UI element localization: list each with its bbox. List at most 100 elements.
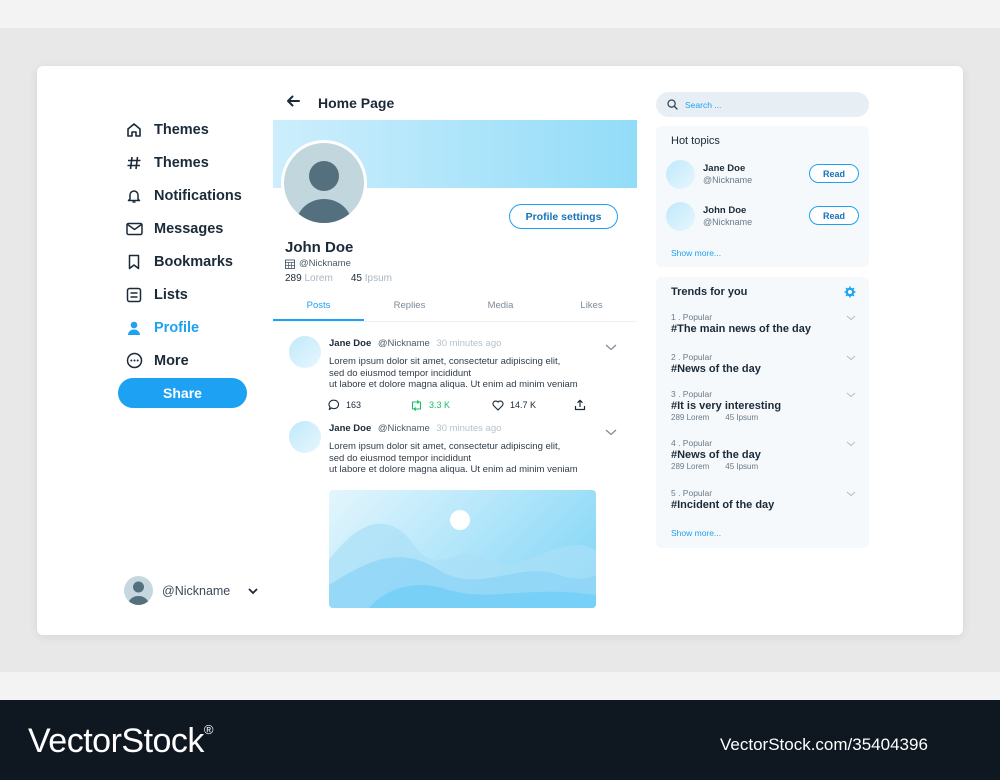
list-icon xyxy=(125,286,143,304)
chevron-down-icon[interactable] xyxy=(846,434,856,452)
search-input[interactable] xyxy=(685,99,845,110)
sidebar-item-bookmarks[interactable]: Bookmarks xyxy=(125,245,265,278)
like-button[interactable]: 14.7 K xyxy=(492,400,574,411)
page-title: Home Page xyxy=(318,95,395,111)
gear-icon[interactable] xyxy=(844,286,856,298)
watermark-logo-text: VectorStock xyxy=(28,722,204,760)
sidebar-item-label: Profile xyxy=(154,319,200,336)
post-image[interactable] xyxy=(329,490,596,608)
trend-tag: #News of the day xyxy=(671,449,761,461)
avatar[interactable] xyxy=(666,160,695,189)
tab-likes[interactable]: Likes xyxy=(546,296,637,321)
chevron-down-icon[interactable] xyxy=(248,582,258,600)
hot-topics-show-more[interactable]: Show more... xyxy=(671,248,721,258)
post-line: Lorem ipsum dolor sit amet, consectetur … xyxy=(329,356,561,367)
trend-item[interactable]: 5 . Popular #Incident of the day xyxy=(671,488,861,511)
top-band xyxy=(0,0,1000,28)
stat-unit: Lorem xyxy=(304,273,333,284)
hot-topic-item[interactable]: John Doe @Nickname Read xyxy=(666,202,859,234)
share-button[interactable]: Share xyxy=(118,378,247,408)
chevron-down-icon[interactable] xyxy=(846,385,856,403)
chevron-down-icon[interactable] xyxy=(846,348,856,366)
profile-settings-button[interactable]: Profile settings xyxy=(509,204,618,229)
trend-item[interactable]: 4 . Popular #News of the day 289 Lorem 4… xyxy=(671,438,861,471)
read-button[interactable]: Read xyxy=(809,206,859,225)
sidebar-item-themes-hashtag[interactable]: Themes xyxy=(125,146,265,179)
retweet-icon xyxy=(410,399,423,411)
stat-ipsum[interactable]: 45 Ipsum xyxy=(351,273,392,284)
post-header: Jane Doe @Nickname 30 minutes ago xyxy=(329,338,501,349)
trends-title: Trends for you xyxy=(671,286,748,298)
sidebar-item-label: Messages xyxy=(154,220,224,237)
sidebar-item-label: Themes xyxy=(154,121,209,138)
sidebar-nav: Themes Themes Notifications Messages Boo… xyxy=(125,113,265,377)
post-line: ut labore et dolore magna aliqua. Ut eni… xyxy=(329,379,578,390)
trend-stats: 289 Lorem 45 Ipsum xyxy=(671,462,861,471)
upload-icon xyxy=(574,399,586,411)
sidebar-item-more[interactable]: More xyxy=(125,344,265,377)
trend-tag: #News of the day xyxy=(671,363,761,375)
chevron-down-icon[interactable] xyxy=(605,423,617,441)
profile-nick: @Nickname xyxy=(299,258,351,269)
more-icon xyxy=(125,352,143,370)
landscape-illustration xyxy=(329,510,596,608)
heart-icon xyxy=(492,400,504,411)
read-button[interactable]: Read xyxy=(809,164,859,183)
registered-mark: ® xyxy=(203,722,214,737)
trend-stats: 289 Lorem 45 Ipsum xyxy=(671,413,861,422)
profile-tabs: Posts Replies Media Likes xyxy=(273,296,637,322)
trend-rank: 5 . Popular xyxy=(671,488,713,498)
calendar-icon xyxy=(285,259,295,269)
post-author[interactable]: Jane Doe xyxy=(329,338,371,349)
trend-stat: 45 Ipsum xyxy=(725,413,759,422)
account-switcher[interactable]: @Nickname xyxy=(124,576,258,605)
post-item[interactable]: Jane Doe @Nickname 30 minutes ago Lorem … xyxy=(289,421,624,481)
post-time: 30 minutes ago xyxy=(436,338,502,349)
post-avatar[interactable] xyxy=(289,421,321,453)
bell-icon xyxy=(125,187,143,205)
post-avatar[interactable] xyxy=(289,336,321,368)
avatar[interactable] xyxy=(666,202,695,231)
hot-topics-title: Hot topics xyxy=(671,135,720,147)
topic-user-nick: @Nickname xyxy=(703,217,753,227)
chevron-down-icon[interactable] xyxy=(846,308,856,326)
home-icon xyxy=(125,121,143,139)
tab-replies[interactable]: Replies xyxy=(364,296,455,321)
search-bar[interactable] xyxy=(656,92,869,117)
profile-avatar[interactable] xyxy=(281,140,367,226)
back-arrow-icon[interactable] xyxy=(286,94,300,112)
share-post-button[interactable] xyxy=(574,399,586,411)
stat-lorem[interactable]: 289 Lorem xyxy=(285,273,333,284)
trend-rank: 2 . Popular xyxy=(671,352,713,362)
tab-posts[interactable]: Posts xyxy=(273,296,364,321)
trend-rank: 3 . Popular xyxy=(671,389,713,399)
sidebar-item-label: Lists xyxy=(154,286,188,303)
sidebar-item-messages[interactable]: Messages xyxy=(125,212,265,245)
trend-stat: 289 Lorem xyxy=(671,462,710,471)
post-text: Lorem ipsum dolor sit amet, consectetur … xyxy=(329,441,619,476)
post-nick: @Nickname xyxy=(377,423,430,434)
sidebar-item-themes-home[interactable]: Themes xyxy=(125,113,265,146)
bookmark-icon xyxy=(125,253,143,271)
trend-item[interactable]: 1 . Popular #The main news of the day xyxy=(671,312,861,335)
retweet-button[interactable]: 3.3 K xyxy=(410,399,492,411)
envelope-icon xyxy=(125,220,143,238)
trend-item[interactable]: 2 . Popular #News of the day xyxy=(671,352,861,375)
sidebar-item-notifications[interactable]: Notifications xyxy=(125,179,265,212)
avatar xyxy=(124,576,153,605)
post-actions: 163 3.3 K 14.7 K xyxy=(328,399,588,411)
trend-item[interactable]: 3 . Popular #It is very interesting 289 … xyxy=(671,389,861,422)
chevron-down-icon[interactable] xyxy=(605,338,617,356)
stat-unit: Ipsum xyxy=(364,273,392,284)
post-author[interactable]: Jane Doe xyxy=(329,423,371,434)
sidebar-item-label: Bookmarks xyxy=(154,253,233,270)
comment-button[interactable]: 163 xyxy=(328,399,410,411)
chevron-down-icon[interactable] xyxy=(846,484,856,502)
post-item[interactable]: Jane Doe @Nickname 30 minutes ago Lorem … xyxy=(289,336,624,396)
tab-media[interactable]: Media xyxy=(455,296,546,321)
watermark-logo: VectorStock® xyxy=(28,722,214,761)
sidebar-item-profile[interactable]: Profile xyxy=(125,311,265,344)
sidebar-item-lists[interactable]: Lists xyxy=(125,278,265,311)
hot-topic-item[interactable]: Jane Doe @Nickname Read xyxy=(666,160,859,192)
trends-show-more[interactable]: Show more... xyxy=(671,528,721,538)
